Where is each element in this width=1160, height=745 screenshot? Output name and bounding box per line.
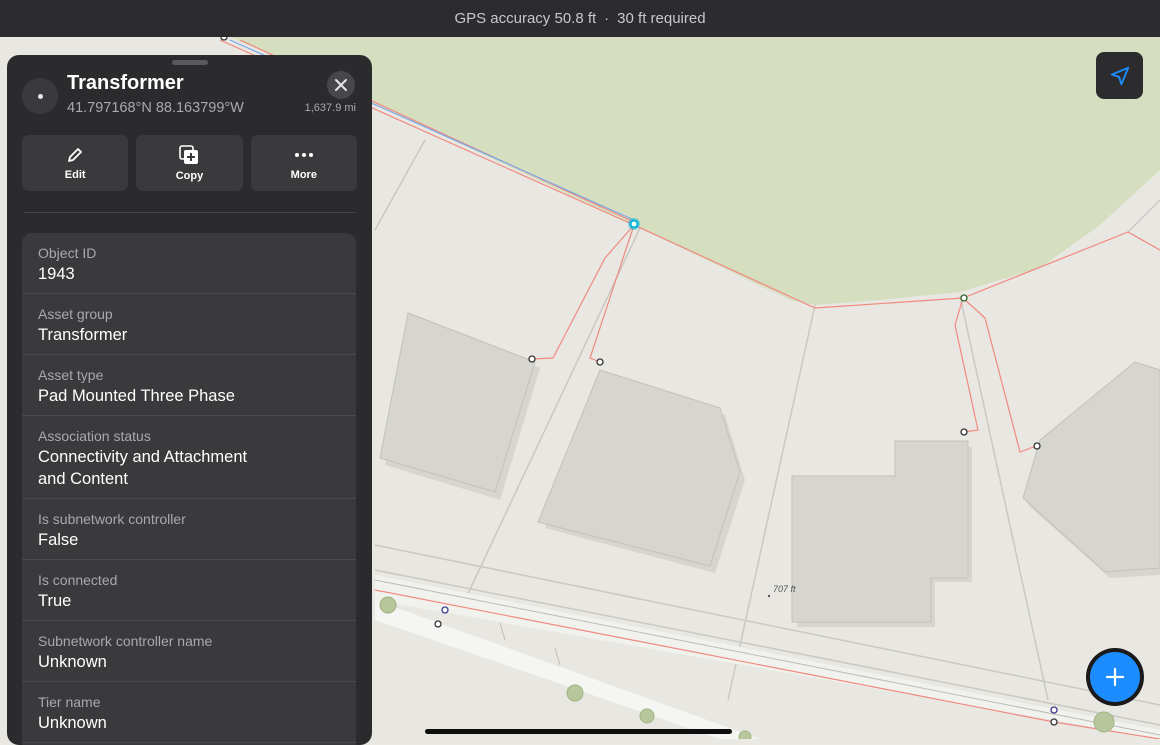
attribute-label: Tier name bbox=[38, 694, 101, 710]
location-arrow-icon bbox=[1110, 66, 1129, 85]
feature-coordinates: 41.797168°N 88.163799°W bbox=[67, 100, 244, 116]
gps-required-text: 30 ft required bbox=[617, 10, 706, 27]
attribute-value: Unknown bbox=[38, 653, 107, 671]
attribute-label: Asset group bbox=[38, 306, 113, 322]
attribute-label: Is subnetwork controller bbox=[38, 511, 186, 527]
attribute-label: Asset type bbox=[38, 367, 104, 383]
locate-button[interactable] bbox=[1096, 52, 1143, 99]
feature-title: Transformer bbox=[67, 72, 184, 94]
attribute-value: Connectivity and Attachment and Content bbox=[38, 448, 248, 488]
action-row: Edit Copy More bbox=[22, 135, 357, 191]
attribute-value: Pad Mounted Three Phase bbox=[38, 387, 235, 405]
attribute-label: Subnetwork controller name bbox=[38, 633, 213, 649]
attribute-value: Unknown bbox=[38, 714, 107, 732]
attribute-subnetwork-controller-name: Subnetwork controller name Unknown bbox=[22, 621, 356, 682]
attribute-value: False bbox=[38, 531, 79, 549]
plus-icon bbox=[1105, 667, 1125, 687]
gps-accuracy-text: GPS accuracy 50.8 ft bbox=[454, 10, 597, 27]
gps-separator: · bbox=[604, 10, 610, 27]
close-button[interactable] bbox=[327, 71, 355, 99]
panel-grabber[interactable] bbox=[172, 60, 208, 65]
attribute-label: Is connected bbox=[38, 572, 118, 588]
attribute-tier-name: Tier name Unknown bbox=[22, 682, 356, 743]
attribute-is-subnetwork-controller: Is subnetwork controller False bbox=[22, 499, 356, 560]
attribute-value: 1943 bbox=[38, 265, 75, 283]
copy-label: Copy bbox=[175, 170, 204, 182]
feature-distance: 1,637.9 mi bbox=[304, 102, 356, 114]
gps-status-bar: GPS accuracy 50.8 ft · 30 ft required bbox=[0, 0, 1160, 38]
attribute-object-id: Object ID 1943 bbox=[22, 233, 356, 294]
copy-button[interactable]: Copy bbox=[136, 135, 243, 191]
attribute-is-connected: Is connected True bbox=[22, 560, 356, 621]
edit-button[interactable]: Edit bbox=[22, 135, 129, 191]
more-label: More bbox=[290, 169, 317, 181]
attribute-list: Object ID 1943 Asset group Transformer A… bbox=[22, 233, 356, 745]
feature-detail-panel: Transformer 41.797168°N 88.163799°W 1,63… bbox=[7, 55, 372, 745]
panel-divider bbox=[24, 212, 355, 213]
elevation-label: 707 ft bbox=[773, 584, 796, 594]
pencil-icon bbox=[68, 148, 83, 162]
attribute-value: Transformer bbox=[38, 326, 128, 344]
edit-label: Edit bbox=[64, 169, 86, 181]
attribute-asset-type: Asset type Pad Mounted Three Phase bbox=[22, 355, 356, 416]
attribute-association-status: Association status Connectivity and Atta… bbox=[22, 416, 356, 499]
home-indicator[interactable] bbox=[425, 729, 732, 734]
add-feature-button[interactable] bbox=[1086, 648, 1144, 706]
ellipsis-icon bbox=[294, 153, 313, 157]
attribute-asset-group: Asset group Transformer bbox=[22, 294, 356, 355]
attribute-label: Association status bbox=[38, 428, 151, 444]
attribute-label: Object ID bbox=[38, 245, 97, 261]
close-icon bbox=[335, 79, 347, 91]
feature-icon bbox=[22, 78, 58, 114]
attribute-value: True bbox=[38, 592, 72, 610]
more-button[interactable]: More bbox=[250, 135, 357, 191]
copy-icon bbox=[179, 145, 199, 164]
